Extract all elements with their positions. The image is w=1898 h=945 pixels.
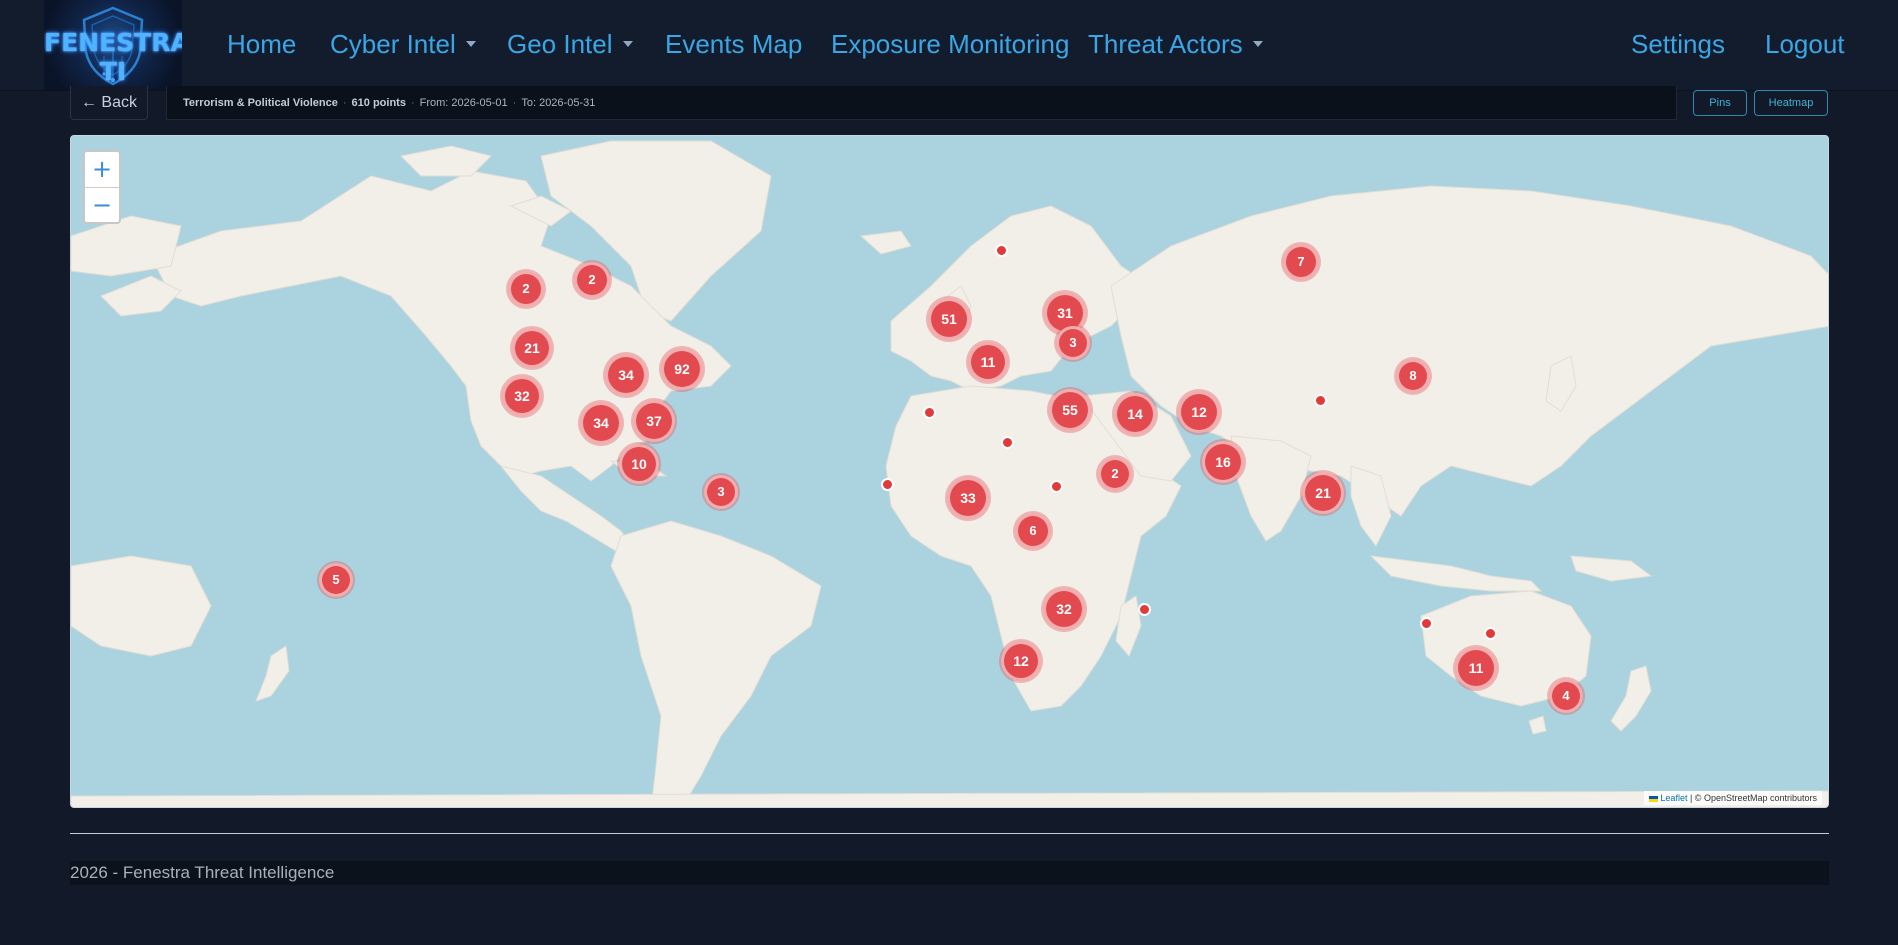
nav-geo-intel-dropdown[interactable]: Geo Intel <box>507 24 633 64</box>
event-cluster-marker[interactable]: 16 <box>1202 441 1244 483</box>
leaflet-link[interactable]: Leaflet <box>1660 793 1687 803</box>
nav-settings[interactable]: Settings <box>1631 24 1725 64</box>
footer-divider <box>70 833 1829 834</box>
event-cluster-marker[interactable]: 12 <box>1001 641 1041 681</box>
back-button[interactable]: ← Back <box>70 86 148 120</box>
points-count: 610 points <box>351 97 406 109</box>
event-pin-marker[interactable] <box>1137 602 1151 616</box>
pins-button[interactable]: Pins <box>1693 90 1747 116</box>
event-pin-marker[interactable] <box>922 405 936 419</box>
heatmap-button[interactable]: Heatmap <box>1754 90 1828 116</box>
event-cluster-marker[interactable]: 3 <box>704 475 738 509</box>
event-cluster-marker[interactable]: 2 <box>508 271 544 307</box>
event-cluster-marker[interactable]: 14 <box>1114 393 1156 435</box>
nav-home[interactable]: Home <box>227 24 296 64</box>
nav-logout-label: Logout <box>1765 29 1845 59</box>
zoom-control: + − <box>83 150 121 224</box>
event-pin-marker[interactable] <box>1000 435 1014 449</box>
event-cluster-marker[interactable]: 12 <box>1178 391 1220 433</box>
event-cluster-marker[interactable]: 5 <box>319 563 353 597</box>
nav-events-map[interactable]: Events Map <box>665 24 802 64</box>
event-cluster-marker[interactable]: 11 <box>968 342 1008 382</box>
event-cluster-marker[interactable]: 92 <box>661 348 703 390</box>
ukraine-flag-icon <box>1649 795 1659 802</box>
event-cluster-marker[interactable]: 3 <box>1056 326 1090 360</box>
event-cluster-marker[interactable]: 2 <box>574 262 610 298</box>
event-cluster-marker[interactable]: 34 <box>580 402 622 444</box>
zoom-in-button[interactable]: + <box>85 152 119 188</box>
event-cluster-marker[interactable]: 21 <box>512 328 552 368</box>
event-pin-marker[interactable] <box>1419 616 1433 630</box>
event-cluster-marker[interactable]: 55 <box>1049 389 1091 431</box>
event-cluster-marker[interactable]: 8 <box>1396 359 1430 393</box>
event-cluster-marker[interactable]: 10 <box>619 444 659 484</box>
footer: 2026 - Fenestra Threat Intelligence <box>70 861 1829 885</box>
brand-logo-text: FENESTRA TI <box>44 28 182 86</box>
separator: · <box>342 97 347 109</box>
brand-logo[interactable]: FENESTRA TI <box>44 0 182 90</box>
event-cluster-marker[interactable]: 37 <box>633 400 675 442</box>
nav-exposure-monitoring[interactable]: Exposure Monitoring <box>831 24 1069 64</box>
event-cluster-marker[interactable]: 33 <box>947 477 989 519</box>
category-label: Terrorism & Political Violence <box>183 97 338 109</box>
nav-home-label: Home <box>227 29 297 59</box>
events-map[interactable]: 2 2 21 32 34 92 34 37 10 3 5 51 11 31 3 55 14 12 16 2 33 6 32 1… <box>70 135 1829 808</box>
event-cluster-marker[interactable]: 21 <box>1302 472 1344 514</box>
map-info-bar: Terrorism & Political Violence · 610 point… <box>166 86 1677 120</box>
nav-cyber-intel-dropdown[interactable]: Cyber Intel <box>330 24 476 64</box>
chevron-down-icon <box>465 41 476 48</box>
nav-exposure-monitoring-label: Exposure Monitoring <box>831 29 1070 59</box>
chevron-down-icon <box>622 41 633 48</box>
event-pin-marker[interactable] <box>880 477 894 491</box>
nav-threat-actors-label: Threat Actors <box>1088 29 1243 59</box>
chevron-down-icon <box>1252 41 1263 48</box>
date-from: From: 2026-05-01 <box>419 97 508 109</box>
event-pin-marker[interactable] <box>1313 393 1327 407</box>
event-cluster-marker[interactable]: 2 <box>1098 457 1132 491</box>
map-attribution: Leaflet | © OpenStreetMap contributors <box>1644 791 1822 805</box>
nav-cyber-intel-label: Cyber Intel <box>330 29 456 59</box>
nav-settings-label: Settings <box>1631 29 1725 59</box>
event-cluster-marker[interactable]: 4 <box>1549 679 1583 713</box>
top-navbar: FENESTRA TI Home Cyber Intel Geo Intel E… <box>0 0 1898 91</box>
date-to: To: 2026-05-31 <box>521 97 596 109</box>
nav-threat-actors-dropdown[interactable]: Threat Actors <box>1088 24 1263 64</box>
event-pin-marker[interactable] <box>1049 479 1063 493</box>
event-cluster-marker[interactable]: 6 <box>1015 513 1051 549</box>
osm-attribution: | © OpenStreetMap contributors <box>1689 793 1817 803</box>
nav-events-map-label: Events Map <box>665 29 803 59</box>
event-pin-marker[interactable] <box>994 243 1008 257</box>
nav-geo-intel-label: Geo Intel <box>507 29 613 59</box>
zoom-out-button[interactable]: − <box>85 188 119 222</box>
nav-logout[interactable]: Logout <box>1765 24 1845 64</box>
event-cluster-marker[interactable]: 32 <box>1043 588 1085 630</box>
separator: · <box>512 97 517 109</box>
event-cluster-marker[interactable]: 11 <box>1455 647 1497 689</box>
event-cluster-marker[interactable]: 32 <box>502 376 542 416</box>
event-cluster-marker[interactable]: 51 <box>928 298 970 340</box>
separator: · <box>410 97 415 109</box>
event-cluster-marker[interactable]: 34 <box>605 354 647 396</box>
event-cluster-marker[interactable]: 7 <box>1283 244 1319 280</box>
event-pin-marker[interactable] <box>1483 626 1497 640</box>
